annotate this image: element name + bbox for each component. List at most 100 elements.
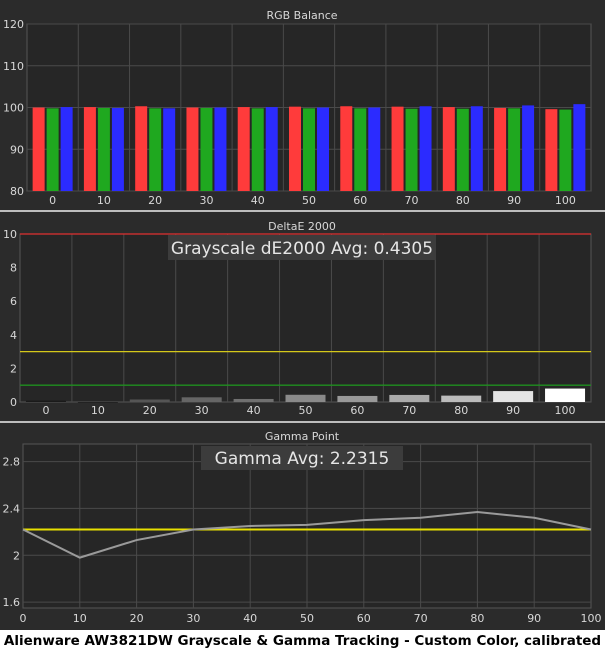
bar [391, 106, 404, 191]
rgb-balance-chart: RGB Balance 80 90 100 110 120 0 10 20 30 40 50 60 70 8… [3, 9, 592, 207]
y-tick-label: 2.8 [3, 456, 21, 469]
x-tick-label: 30 [186, 612, 200, 625]
x-tick-label: 100 [555, 194, 576, 207]
bar [419, 106, 432, 191]
x-tick-label: 50 [299, 404, 313, 417]
bar [181, 397, 222, 402]
bar [233, 398, 274, 402]
chart-title: DeltaE 2000 [268, 220, 336, 233]
bar [368, 107, 381, 191]
x-tick-label: 10 [91, 404, 105, 417]
bar [97, 107, 110, 191]
deltae-chart: DeltaE 200002468100 10 20 30 40 50 60 70 80 90 100… [3, 220, 592, 417]
y-tick-label: 90 [10, 143, 24, 156]
bar [337, 395, 378, 402]
bar [46, 108, 59, 191]
x-tick-label: 90 [507, 194, 521, 207]
y-tick-label: 0 [10, 396, 17, 409]
x-tick-label: 40 [251, 194, 265, 207]
x-tick-label: 40 [247, 404, 261, 417]
x-tick-label: 60 [357, 612, 371, 625]
x-tick-label: 40 [243, 612, 257, 625]
annotation-text: Grayscale dE2000 Avg: 0.4305 [171, 239, 433, 259]
x-tick-label: 80 [456, 194, 470, 207]
x-tick-label: 60 [350, 404, 364, 417]
x-tick-label: 90 [506, 404, 520, 417]
bar [77, 402, 118, 403]
bar [389, 394, 430, 402]
bar [405, 108, 418, 191]
bar [522, 105, 535, 191]
bar [303, 108, 315, 191]
bar [559, 109, 572, 191]
bar [456, 108, 469, 191]
bar [317, 107, 329, 191]
bar [25, 400, 66, 402]
x-tick-label: 20 [143, 404, 157, 417]
bar [200, 107, 213, 191]
x-tick-label: 80 [454, 404, 468, 417]
y-tick-label: 110 [3, 60, 24, 73]
deltae-panel: DeltaE 2000 0 2 4 6 8 10 0 10 20 30 40 50 60 70 80 90 100… [0, 213, 605, 421]
figure-caption: Alienware AW3821DW Grayscale & Gamma Tra… [0, 630, 605, 652]
x-tick-label: 10 [73, 612, 87, 625]
bar [32, 107, 45, 191]
bar [441, 395, 482, 402]
annotation-text: Gamma Avg: 2.2315 [215, 449, 390, 469]
panel-divider [0, 210, 605, 212]
y-tick-label: 1.6 [3, 596, 21, 609]
x-tick-label: 60 [353, 194, 367, 207]
y-tick-label: 8 [10, 262, 17, 275]
x-tick-label: 0 [20, 612, 27, 625]
bar [289, 106, 301, 191]
y-tick-label: 6 [10, 295, 17, 308]
gamma-panel: Gamma Point 1.6 2 2.4 2.8 0 10 20 30 40 50 60 70 80 90… [0, 424, 605, 630]
x-tick-label: 0 [49, 194, 56, 207]
x-tick-label: 100 [581, 612, 602, 625]
x-tick-label: 30 [195, 404, 209, 417]
x-tick-label: 20 [130, 612, 144, 625]
bar [545, 109, 558, 191]
bar [285, 394, 326, 402]
panel-divider [0, 421, 605, 423]
y-tick-label: 4 [10, 329, 17, 342]
x-tick-label: 20 [148, 194, 162, 207]
bar [60, 107, 73, 191]
x-tick-label: 100 [555, 404, 576, 417]
bar [111, 107, 124, 191]
x-tick-label: 50 [302, 194, 316, 207]
bar [163, 108, 176, 191]
x-tick-label: 90 [527, 612, 541, 625]
bar [149, 108, 162, 191]
x-tick-label: 70 [402, 404, 416, 417]
y-tick-label: 100 [3, 102, 24, 115]
bar [186, 107, 199, 191]
y-tick-label: 2 [13, 549, 20, 562]
y-tick-label: 2 [10, 362, 17, 375]
x-tick-label: 30 [199, 194, 213, 207]
chart-title: RGB Balance [266, 9, 337, 22]
bar [135, 106, 148, 191]
chart-title: Gamma Point [265, 430, 340, 443]
bar [265, 107, 278, 191]
bar [508, 108, 521, 191]
bar [129, 399, 170, 402]
bar [237, 107, 250, 191]
x-tick-label: 10 [97, 194, 111, 207]
bar [493, 391, 534, 402]
x-tick-label: 80 [470, 612, 484, 625]
x-tick-label: 50 [300, 612, 314, 625]
bar [214, 107, 227, 191]
bar [545, 388, 586, 402]
y-tick-label: 80 [10, 185, 24, 198]
y-tick-label: 10 [3, 228, 17, 241]
y-tick-label: 120 [3, 18, 24, 31]
bar [494, 107, 507, 191]
bar [442, 107, 455, 191]
x-tick-label: 70 [414, 612, 428, 625]
bar [251, 108, 264, 191]
x-tick-label: 0 [42, 404, 49, 417]
gamma-chart: Gamma Point 1.6 2 2.4 2.8 0 10 20 30 40 50 60 70 80 90… [3, 430, 602, 625]
bar [340, 106, 353, 191]
bar [83, 107, 96, 191]
